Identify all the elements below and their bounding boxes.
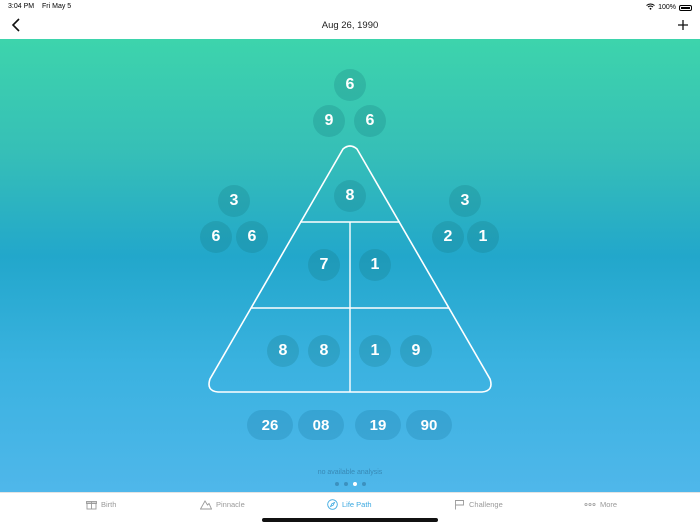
page-dot[interactable] — [361, 482, 366, 486]
tab-life-path[interactable]: Life Path — [327, 499, 372, 510]
home-indicator[interactable] — [262, 518, 438, 522]
battery-percent: 100% — [658, 4, 676, 11]
page-dot[interactable] — [343, 482, 348, 486]
right-side-top-number: 3 — [449, 185, 481, 217]
pyramid-bottom-number: 9 — [400, 335, 432, 367]
tab-pinnacle[interactable]: Pinnacle — [200, 499, 245, 510]
right-side-left-number: 2 — [432, 221, 464, 253]
page-dot-active[interactable] — [352, 482, 357, 486]
status-time: 3:04 PM — [8, 3, 35, 10]
left-side-left-number: 6 — [200, 221, 232, 253]
tab-label: Birth — [101, 500, 117, 509]
left-side-top-number: 3 — [218, 185, 250, 217]
more-dots-icon — [584, 503, 596, 507]
page-dot[interactable] — [334, 482, 339, 486]
apex-right-number: 6 — [354, 105, 386, 137]
battery-icon — [679, 4, 692, 11]
status-date: Fri May 5 — [42, 3, 72, 10]
page-indicator[interactable] — [0, 482, 700, 486]
date-month-pill: 08 — [298, 410, 344, 440]
pyramid-bottom-number: 1 — [359, 335, 391, 367]
tab-birth[interactable]: Birth — [86, 499, 116, 510]
life-path-view: 6 9 6 3 6 6 3 2 1 8 7 1 8 8 1 9 26 08 19… — [0, 39, 700, 492]
pyramid-middle-left-number: 7 — [308, 249, 340, 281]
apex-left-number: 9 — [313, 105, 345, 137]
tab-label: Challenge — [469, 500, 503, 509]
mountain-icon — [200, 500, 212, 510]
date-day-pill: 26 — [247, 410, 293, 440]
status-bar: 3:04 PM Fri May 5 100% — [0, 0, 700, 13]
tab-challenge[interactable]: Challenge — [454, 499, 503, 510]
analysis-status-text: no available analysis — [317, 469, 383, 476]
pyramid-middle-right-number: 1 — [359, 249, 391, 281]
page-title: Aug 26, 1990 — [321, 20, 379, 31]
date-century-pill: 19 — [355, 410, 401, 440]
gift-icon — [86, 501, 97, 510]
compass-icon — [327, 499, 338, 510]
nav-bar: Aug 26, 1990 — [0, 13, 700, 39]
apex-top-number: 6 — [334, 69, 366, 101]
pyramid-bottom-number: 8 — [267, 335, 299, 367]
pyramid-bottom-number: 8 — [308, 335, 340, 367]
date-year-pill: 90 — [406, 410, 452, 440]
pyramid-peak-number: 8 — [334, 180, 366, 212]
tab-label: More — [600, 500, 618, 509]
left-side-right-number: 6 — [236, 221, 268, 253]
wifi-icon — [646, 3, 655, 12]
add-button[interactable] — [675, 16, 691, 34]
flag-icon — [455, 500, 464, 510]
tab-label: Pinnacle — [216, 500, 245, 509]
pyramid-diagram — [208, 145, 492, 393]
tab-label: Life Path — [342, 500, 372, 509]
tab-more[interactable]: More — [584, 499, 617, 510]
plus-icon — [678, 20, 688, 30]
right-side-right-number: 1 — [467, 221, 499, 253]
